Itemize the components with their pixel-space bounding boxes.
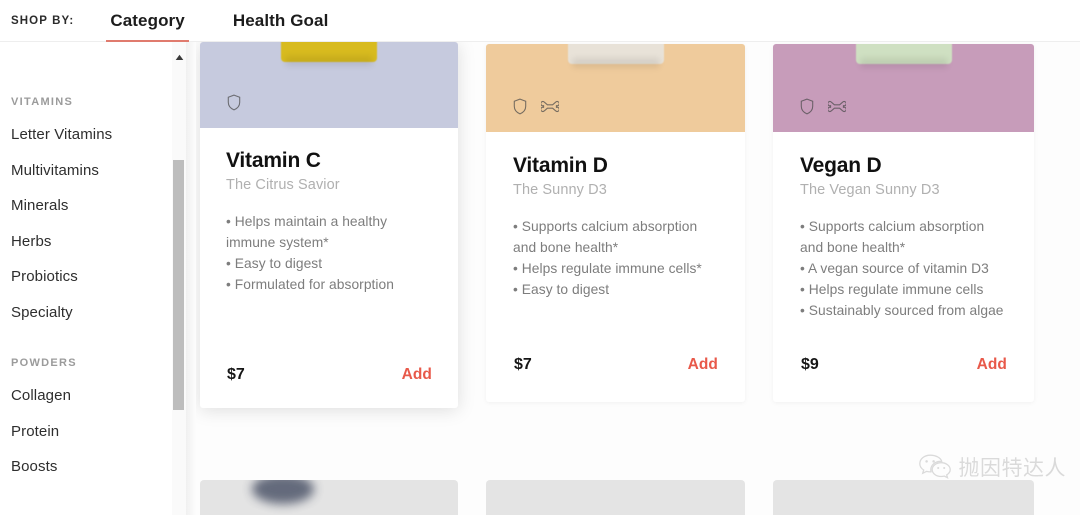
tab-category[interactable]: Category xyxy=(106,0,189,42)
product-benefit: Supports calcium absorption and bone hea… xyxy=(513,216,719,258)
product-hero-vitamin-d xyxy=(486,44,745,132)
nav-group-title-powders: POWDERS xyxy=(11,357,77,369)
sidebar-item-minerals[interactable]: Minerals xyxy=(11,197,172,214)
product-body-vegan-d: Vegan D The Vegan Sunny D3 Supports calc… xyxy=(773,132,1034,321)
add-to-cart-button[interactable]: Add xyxy=(688,356,718,374)
product-badges xyxy=(227,94,241,111)
tab-category-label: Category xyxy=(110,10,185,30)
product-benefits-list: Supports calcium absorption and bone hea… xyxy=(800,216,1008,321)
bone-icon xyxy=(828,100,846,113)
product-title: Vitamin D xyxy=(513,154,608,177)
product-subtitle: The Citrus Savior xyxy=(226,177,340,193)
product-bottle-image xyxy=(567,44,664,64)
product-hero-vegan-d xyxy=(773,44,1034,132)
product-card-next-row[interactable] xyxy=(486,480,745,515)
product-bottle-image xyxy=(252,480,314,504)
product-badges xyxy=(513,98,559,115)
product-benefit: Sustainably sourced from algae xyxy=(800,300,1008,321)
product-card-vitamin-c[interactable]: Vitamin C The Citrus Savior Helps mainta… xyxy=(200,42,458,408)
product-benefit: Helps regulate immune cells xyxy=(800,279,1008,300)
sidebar-group-spacer xyxy=(11,339,172,357)
product-bottle-image xyxy=(281,42,377,62)
product-benefits-list: Helps maintain a healthy immune system* … xyxy=(226,211,432,295)
product-subtitle: The Vegan Sunny D3 xyxy=(800,182,940,198)
product-hero-vitamin-c xyxy=(200,42,458,128)
sidebar-scrollbar-thumb[interactable] xyxy=(173,160,184,410)
bone-icon xyxy=(541,100,559,113)
product-benefit: Helps regulate immune cells* xyxy=(513,258,719,279)
chevron-up-icon[interactable] xyxy=(172,50,186,64)
product-card-vitamin-d[interactable]: Vitamin D The Sunny D3 Supports calcium … xyxy=(486,44,745,402)
product-title: Vegan D xyxy=(800,154,882,177)
product-price: $9 xyxy=(801,356,819,373)
product-footer: $9 Add xyxy=(773,356,1034,374)
product-badges xyxy=(800,98,846,115)
product-benefit: Formulated for absorption xyxy=(226,274,432,295)
product-footer: $7 Add xyxy=(486,356,745,374)
sidebar-item-probiotics[interactable]: Probiotics xyxy=(11,268,172,285)
category-sidebar: VITAMINS Letter Vitamins Multivitamins M… xyxy=(0,42,172,515)
product-benefits-list: Supports calcium absorption and bone hea… xyxy=(513,216,719,300)
shield-icon xyxy=(227,94,241,111)
product-benefit: Helps maintain a healthy immune system* xyxy=(226,211,432,253)
product-card-next-row[interactable] xyxy=(200,480,458,515)
product-benefit: A vegan source of vitamin D3 xyxy=(800,258,1008,279)
product-bottle-image xyxy=(855,44,952,64)
sidebar-item-collagen[interactable]: Collagen xyxy=(11,387,172,404)
tab-health-goal[interactable]: Health Goal xyxy=(229,0,333,42)
tab-health-goal-label: Health Goal xyxy=(232,10,329,30)
product-price: $7 xyxy=(514,356,532,373)
sidebar-item-specialty[interactable]: Specialty xyxy=(11,304,172,321)
add-to-cart-button[interactable]: Add xyxy=(977,356,1007,374)
product-title: Vitamin C xyxy=(226,149,321,172)
shield-icon xyxy=(513,98,527,115)
sidebar-item-protein[interactable]: Protein xyxy=(11,423,172,440)
add-to-cart-button[interactable]: Add xyxy=(402,366,432,384)
product-benefit: Supports calcium absorption and bone hea… xyxy=(800,216,1008,258)
product-card-vegan-d[interactable]: Vegan D The Vegan Sunny D3 Supports calc… xyxy=(773,44,1034,402)
shop-by-label: SHOP BY: xyxy=(11,14,75,27)
product-benefit: Easy to digest xyxy=(513,279,719,300)
product-benefit: Easy to digest xyxy=(226,253,432,274)
sidebar-edge-shadow xyxy=(186,42,196,515)
sidebar-item-herbs[interactable]: Herbs xyxy=(11,233,172,250)
shop-by-tabs: Category Health Goal xyxy=(106,0,372,42)
sidebar-item-letter-vitamins[interactable]: Letter Vitamins xyxy=(11,126,172,143)
product-footer: $7 Add xyxy=(200,366,458,384)
product-catalog-page: SHOP BY: Category Health Goal VITAMINS L… xyxy=(0,0,1080,515)
shop-by-toolbar: SHOP BY: Category Health Goal xyxy=(0,0,1080,42)
product-grid: Vitamin C The Citrus Savior Helps mainta… xyxy=(196,42,1080,515)
product-subtitle: The Sunny D3 xyxy=(513,182,607,198)
sidebar-item-boosts[interactable]: Boosts xyxy=(11,458,172,475)
shield-icon xyxy=(800,98,814,115)
product-body-vitamin-d: Vitamin D The Sunny D3 Supports calcium … xyxy=(486,132,745,300)
nav-group-title-vitamins: VITAMINS xyxy=(11,96,74,108)
product-body-vitamin-c: Vitamin C The Citrus Savior Helps mainta… xyxy=(200,128,458,295)
product-card-next-row[interactable] xyxy=(773,480,1034,515)
sidebar-item-multivitamins[interactable]: Multivitamins xyxy=(11,162,172,179)
product-price: $7 xyxy=(227,366,245,383)
